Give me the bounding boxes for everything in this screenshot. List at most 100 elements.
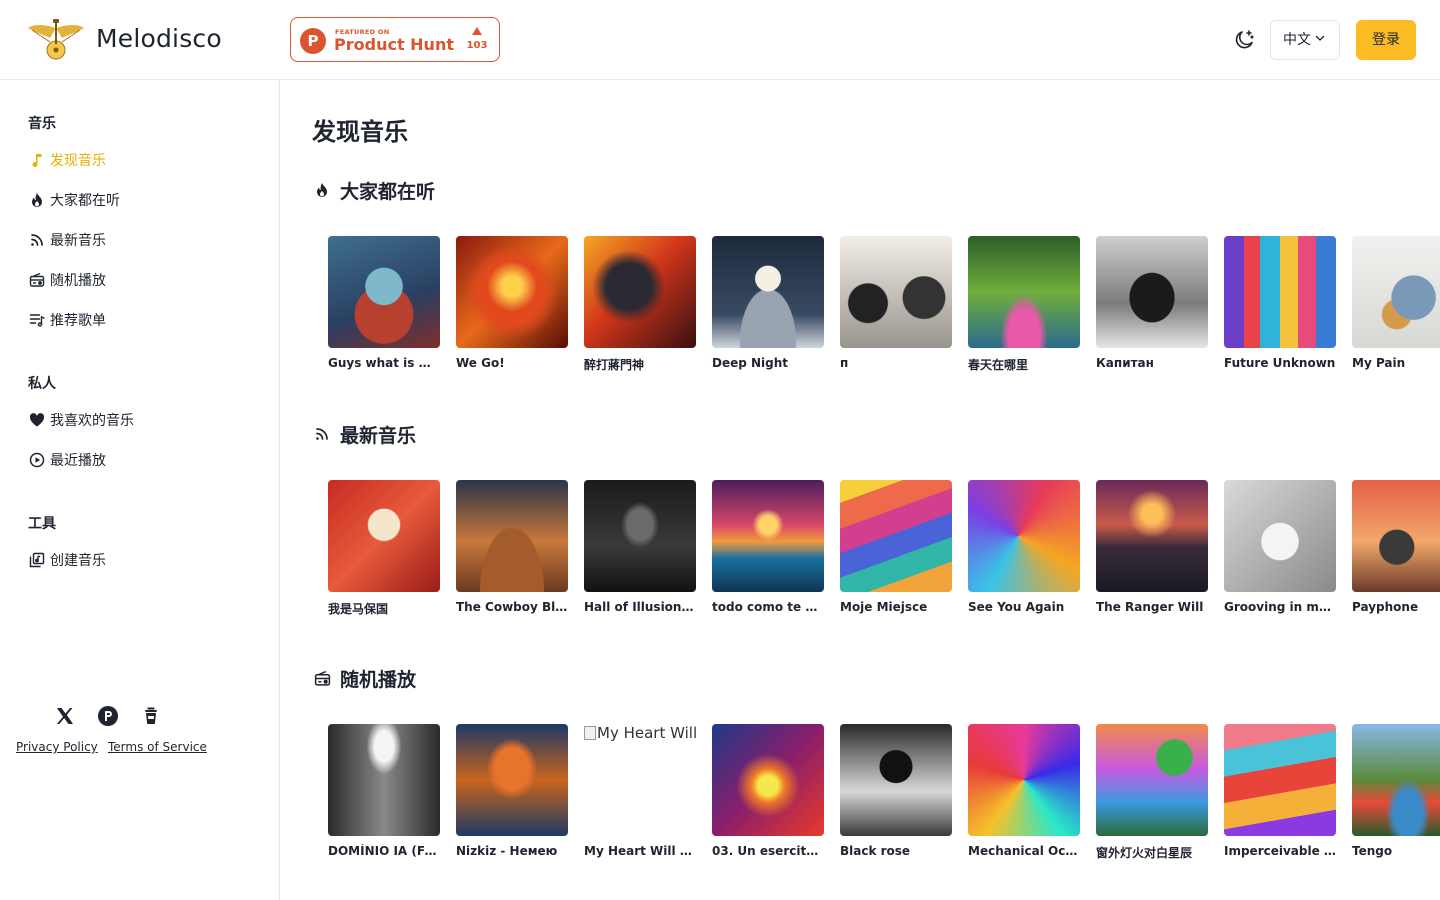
sidebar-item-latest[interactable]: 最新音乐 bbox=[28, 228, 106, 252]
album-cover-image[interactable] bbox=[840, 480, 952, 592]
music-card[interactable]: 我是马保国 bbox=[328, 480, 440, 617]
music-card[interactable]: Payphone bbox=[1352, 480, 1440, 614]
music-card[interactable]: See You Again bbox=[968, 480, 1080, 614]
song-title[interactable]: 窗外灯火对白星辰 bbox=[1096, 844, 1208, 861]
song-title[interactable]: See You Again bbox=[968, 600, 1080, 614]
music-card[interactable]: My Pain bbox=[1352, 236, 1440, 370]
music-card[interactable]: Black rose bbox=[840, 724, 952, 858]
music-card[interactable]: Moje Miejsce bbox=[840, 480, 952, 614]
song-title[interactable]: Капитан bbox=[1096, 356, 1208, 370]
album-cover-image[interactable] bbox=[1224, 236, 1336, 348]
login-button[interactable]: 登录 bbox=[1356, 20, 1416, 60]
song-title[interactable]: My Pain bbox=[1352, 356, 1440, 370]
music-card[interactable]: Grooving in my soul bbox=[1224, 480, 1336, 614]
song-title[interactable]: Deep Night bbox=[712, 356, 824, 370]
terms-of-service-link[interactable]: Terms of Service bbox=[108, 740, 207, 754]
album-cover-image[interactable] bbox=[328, 724, 440, 836]
song-title[interactable]: We Go! bbox=[456, 356, 568, 370]
song-title[interactable]: The Ranger Will bbox=[1096, 600, 1208, 614]
album-cover-image[interactable] bbox=[1224, 724, 1336, 836]
music-card[interactable]: My Heart Will My Heart Will Go On bbox=[584, 724, 696, 858]
album-cover-image[interactable] bbox=[1096, 724, 1208, 836]
privacy-policy-link[interactable]: Privacy Policy bbox=[16, 740, 98, 754]
song-title[interactable]: Future Unknown bbox=[1224, 356, 1336, 370]
song-title[interactable]: Tengo bbox=[1352, 844, 1440, 858]
sidebar-item-discover[interactable]: 发现音乐 bbox=[28, 148, 106, 172]
album-cover-image[interactable] bbox=[840, 236, 952, 348]
album-cover-image[interactable] bbox=[968, 236, 1080, 348]
song-title[interactable]: The Cowboy Blues bbox=[456, 600, 568, 614]
dark-mode-toggle-icon[interactable] bbox=[1232, 28, 1256, 52]
album-cover-image[interactable]: My Heart Will bbox=[584, 724, 696, 836]
music-card[interactable]: Guys what is wrong with me bbox=[328, 236, 440, 370]
music-card[interactable]: Future Unknown bbox=[1224, 236, 1336, 370]
x-twitter-icon[interactable] bbox=[54, 705, 76, 727]
music-card[interactable]: todo como te expliqué bbox=[712, 480, 824, 614]
song-title[interactable]: 03. Un esercito di colori bbox=[712, 844, 824, 858]
song-title[interactable]: 我是马保国 bbox=[328, 600, 440, 617]
album-cover-image[interactable] bbox=[456, 480, 568, 592]
music-card[interactable]: п bbox=[840, 236, 952, 370]
music-card[interactable]: 醉打蔣門神 bbox=[584, 236, 696, 373]
song-title[interactable]: todo como te expliqué bbox=[712, 600, 824, 614]
song-title[interactable]: п bbox=[840, 356, 952, 370]
music-card[interactable]: The Ranger Will bbox=[1096, 480, 1208, 614]
album-cover-image[interactable] bbox=[328, 236, 440, 348]
song-title[interactable]: My Heart Will Go On bbox=[584, 844, 696, 858]
song-title[interactable]: Nizkiz - Немею bbox=[456, 844, 568, 858]
music-card[interactable]: We Go! bbox=[456, 236, 568, 370]
music-card[interactable]: 窗外灯火对白星辰 bbox=[1096, 724, 1208, 861]
music-card[interactable]: Deep Night bbox=[712, 236, 824, 370]
song-title[interactable]: 醉打蔣門神 bbox=[584, 356, 696, 373]
album-cover-image[interactable] bbox=[968, 724, 1080, 836]
sidebar-item-shuffle[interactable]: 随机播放 bbox=[28, 268, 106, 292]
song-title[interactable]: Black rose bbox=[840, 844, 952, 858]
music-card[interactable]: Nizkiz - Немею bbox=[456, 724, 568, 858]
song-title[interactable]: Grooving in my soul bbox=[1224, 600, 1336, 614]
sidebar-item-create[interactable]: 创建音乐 bbox=[28, 548, 106, 572]
music-card[interactable]: Капитан bbox=[1096, 236, 1208, 370]
song-title[interactable]: Payphone bbox=[1352, 600, 1440, 614]
album-cover-image[interactable] bbox=[712, 236, 824, 348]
album-cover-image[interactable] bbox=[1352, 480, 1440, 592]
album-cover-image[interactable] bbox=[584, 236, 696, 348]
album-cover-image[interactable] bbox=[968, 480, 1080, 592]
language-selector[interactable]: 中文 bbox=[1270, 20, 1340, 60]
music-card[interactable]: Tengo bbox=[1352, 724, 1440, 858]
album-cover-image[interactable] bbox=[584, 480, 696, 592]
album-cover-image[interactable] bbox=[456, 236, 568, 348]
album-cover-image[interactable] bbox=[1352, 724, 1440, 836]
album-cover-image[interactable] bbox=[1352, 236, 1440, 348]
song-title[interactable]: Moje Miejsce bbox=[840, 600, 952, 614]
product-hunt-icon[interactable] bbox=[97, 705, 119, 727]
music-card[interactable]: Imperceivable (Acoustic) bbox=[1224, 724, 1336, 858]
coffee-cup-icon[interactable] bbox=[140, 705, 162, 727]
music-card[interactable]: 春天在哪里 bbox=[968, 236, 1080, 373]
sidebar-item-playlists[interactable]: 推荐歌单 bbox=[28, 308, 106, 332]
sidebar-item-liked[interactable]: 我喜欢的音乐 bbox=[28, 408, 134, 432]
music-card[interactable]: The Cowboy Blues bbox=[456, 480, 568, 614]
album-cover-image[interactable] bbox=[456, 724, 568, 836]
song-title[interactable]: 春天在哪里 bbox=[968, 356, 1080, 373]
music-card[interactable]: Mechanical Oceans bbox=[968, 724, 1080, 858]
song-title[interactable]: Guys what is wrong with me bbox=[328, 356, 440, 370]
music-card[interactable]: 03. Un esercito di colori bbox=[712, 724, 824, 858]
song-title[interactable]: Imperceivable (Acoustic) bbox=[1224, 844, 1336, 858]
music-card[interactable]: Hall of Illusions (Remix) bbox=[584, 480, 696, 614]
album-cover-image[interactable] bbox=[1096, 480, 1208, 592]
music-card[interactable]: DOMÍNIO IA (Full Album) bbox=[328, 724, 440, 858]
sidebar-item-recent[interactable]: 最近播放 bbox=[28, 448, 106, 472]
brand-name[interactable]: Melodisco bbox=[96, 24, 222, 53]
song-title[interactable]: Hall of Illusions (Remix) bbox=[584, 600, 696, 614]
logo-icon[interactable] bbox=[26, 18, 86, 62]
song-title[interactable]: DOMÍNIO IA (Full Album) bbox=[328, 844, 440, 858]
product-hunt-badge[interactable]: P FEATURED ON Product Hunt 103 bbox=[290, 17, 500, 62]
album-cover-image[interactable] bbox=[1096, 236, 1208, 348]
album-cover-image[interactable] bbox=[1224, 480, 1336, 592]
sidebar-item-trending[interactable]: 大家都在听 bbox=[28, 188, 120, 212]
album-cover-image[interactable] bbox=[712, 724, 824, 836]
album-cover-image[interactable] bbox=[712, 480, 824, 592]
album-cover-image[interactable] bbox=[328, 480, 440, 592]
album-cover-image[interactable] bbox=[840, 724, 952, 836]
song-title[interactable]: Mechanical Oceans bbox=[968, 844, 1080, 858]
